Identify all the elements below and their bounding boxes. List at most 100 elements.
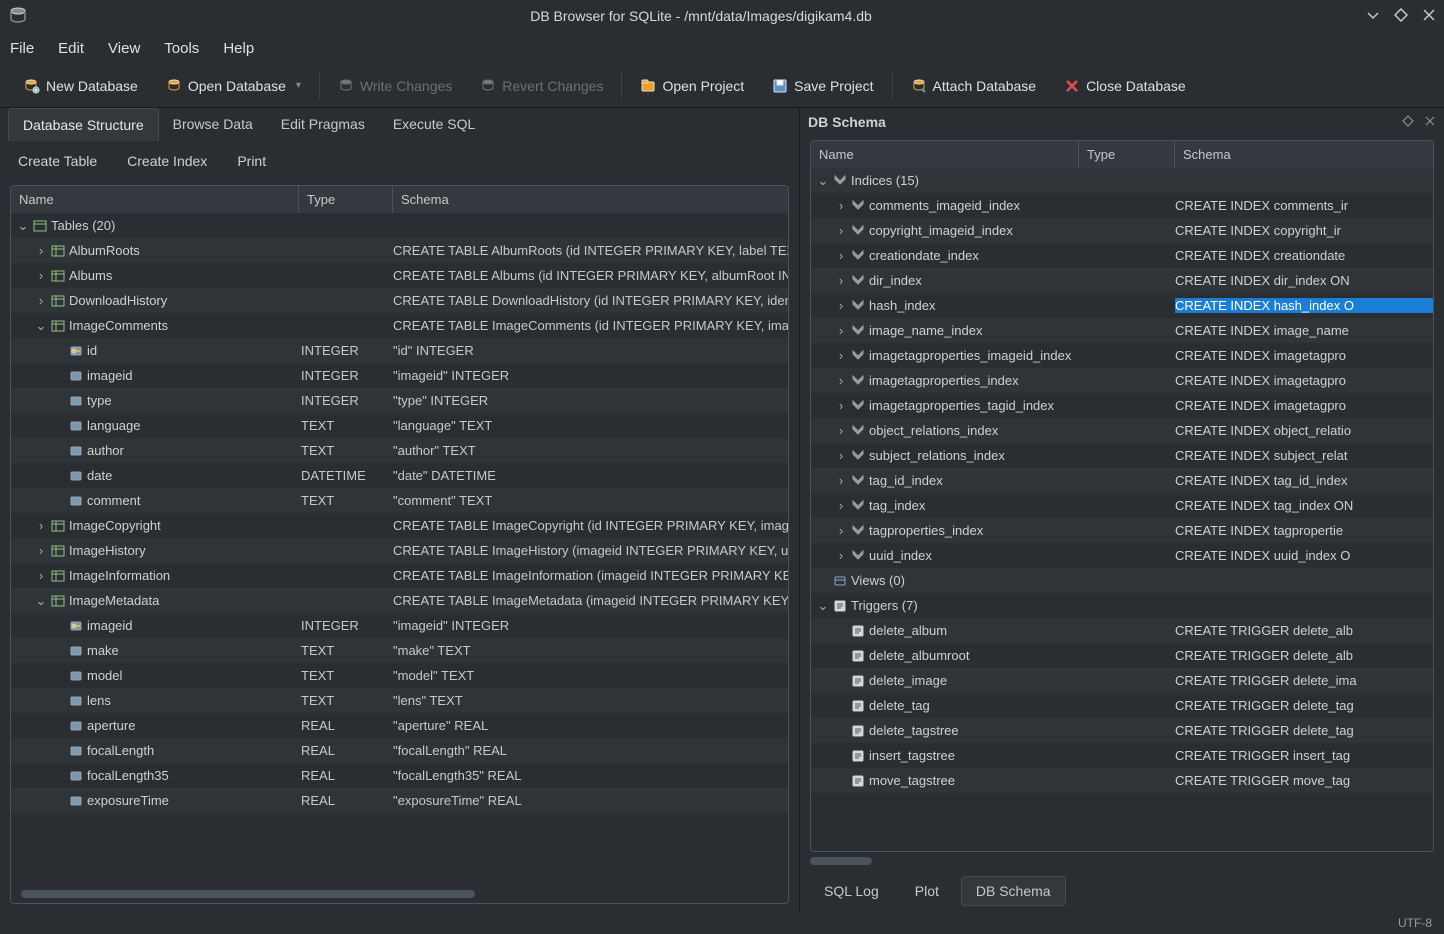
schema-row[interactable]: ›object_relations_indexCREATE INDEX obje…	[811, 418, 1433, 443]
schema-row[interactable]: ›imagetagproperties_indexCREATE INDEX im…	[811, 368, 1433, 393]
tab-database-structure[interactable]: Database Structure	[8, 108, 159, 141]
tree-row[interactable]: dateDATETIME"date" DATETIME	[11, 463, 788, 488]
schema-row[interactable]: ›creationdate_indexCREATE INDEX creation…	[811, 243, 1433, 268]
expander-closed-icon[interactable]: ›	[835, 248, 847, 263]
menu-file[interactable]: File	[10, 40, 34, 57]
expander-closed-icon[interactable]: ›	[835, 448, 847, 463]
schema-row[interactable]: ›tag_indexCREATE INDEX tag_index ON	[811, 493, 1433, 518]
tree-row[interactable]: imageidINTEGER"imageid" INTEGER	[11, 613, 788, 638]
bottom-tab-sql-log[interactable]: SQL Log	[810, 877, 893, 905]
expander-closed-icon[interactable]: ›	[835, 398, 847, 413]
expander-closed-icon[interactable]: ›	[35, 543, 47, 558]
close-icon[interactable]	[1422, 8, 1436, 25]
menu-help[interactable]: Help	[223, 40, 254, 57]
expander-closed-icon[interactable]: ›	[835, 348, 847, 363]
tree-row[interactable]: ›ImageCopyrightCREATE TABLE ImageCopyrig…	[11, 513, 788, 538]
expander-closed-icon[interactable]: ›	[35, 518, 47, 533]
bottom-tab-plot[interactable]: Plot	[901, 877, 953, 905]
toolbar-new-database[interactable]: New Database	[10, 72, 152, 100]
tab-execute-sql[interactable]: Execute SQL	[379, 108, 490, 141]
tree-row[interactable]: idINTEGER"id" INTEGER	[11, 338, 788, 363]
schema-row[interactable]: ›image_name_indexCREATE INDEX image_name	[811, 318, 1433, 343]
tree-row[interactable]: focalLengthREAL"focalLength" REAL	[11, 738, 788, 763]
tree-row[interactable]: ⌄ImageCommentsCREATE TABLE ImageComments…	[11, 313, 788, 338]
schema-row[interactable]: delete_tagstreeCREATE TRIGGER delete_tag	[811, 718, 1433, 743]
expander-open-icon[interactable]: ⌄	[17, 218, 29, 234]
schema-row[interactable]: move_tagstreeCREATE TRIGGER move_tag	[811, 768, 1433, 793]
schema-row[interactable]: delete_tagCREATE TRIGGER delete_tag	[811, 693, 1433, 718]
structure-tree-body[interactable]: ⌄Tables (20)›AlbumRootsCREATE TABLE Albu…	[11, 213, 788, 889]
expander-closed-icon[interactable]: ›	[35, 568, 47, 583]
tree-row[interactable]: ›DownloadHistoryCREATE TABLE DownloadHis…	[11, 288, 788, 313]
header-name[interactable]: Name	[11, 186, 299, 213]
schema-row[interactable]: ⌄Triggers (7)	[811, 593, 1433, 618]
schema-row[interactable]: ›subject_relations_indexCREATE INDEX sub…	[811, 443, 1433, 468]
schema-row[interactable]: ⌄Indices (15)	[811, 168, 1433, 193]
schema-row[interactable]: ›tag_id_indexCREATE INDEX tag_id_index	[811, 468, 1433, 493]
schema-row[interactable]: ›imagetagproperties_imageid_indexCREATE …	[811, 343, 1433, 368]
tree-row[interactable]: languageTEXT"language" TEXT	[11, 413, 788, 438]
expander-closed-icon[interactable]: ›	[35, 268, 47, 283]
toolbar-open-database[interactable]: Open Database▾	[152, 72, 315, 100]
schema-header-schema[interactable]: Schema	[1175, 141, 1433, 168]
expander-closed-icon[interactable]: ›	[835, 323, 847, 338]
expander-closed-icon[interactable]: ›	[35, 293, 47, 308]
expander-open-icon[interactable]: ⌄	[35, 593, 47, 609]
schema-row[interactable]: ›copyright_imageid_indexCREATE INDEX cop…	[811, 218, 1433, 243]
toolbar-open-project[interactable]: Open Project	[626, 72, 758, 100]
tab-edit-pragmas[interactable]: Edit Pragmas	[267, 108, 379, 141]
maximize-icon[interactable]	[1394, 8, 1408, 25]
toolbar-save-project[interactable]: Save Project	[758, 72, 887, 100]
tree-row[interactable]: commentTEXT"comment" TEXT	[11, 488, 788, 513]
subtoolbar-create-index[interactable]: Create Index	[121, 153, 207, 169]
toolbar-attach-database[interactable]: Attach Database	[897, 72, 1051, 100]
expander-closed-icon[interactable]: ›	[835, 498, 847, 513]
schema-row[interactable]: delete_albumrootCREATE TRIGGER delete_al…	[811, 643, 1433, 668]
schema-row[interactable]: ›tagproperties_indexCREATE INDEX tagprop…	[811, 518, 1433, 543]
toolbar-close-database[interactable]: Close Database	[1050, 72, 1200, 100]
tree-row[interactable]: ⌄ImageMetadataCREATE TABLE ImageMetadata…	[11, 588, 788, 613]
schema-row[interactable]: ›dir_indexCREATE INDEX dir_index ON	[811, 268, 1433, 293]
tree-row[interactable]: apertureREAL"aperture" REAL	[11, 713, 788, 738]
schema-header-name[interactable]: Name	[811, 141, 1079, 168]
schema-row[interactable]: delete_albumCREATE TRIGGER delete_alb	[811, 618, 1433, 643]
schema-h-scrollbar[interactable]	[810, 856, 1434, 866]
expander-closed-icon[interactable]: ›	[835, 523, 847, 538]
tree-row[interactable]: ⌄Tables (20)	[11, 213, 788, 238]
bottom-tab-db-schema[interactable]: DB Schema	[961, 876, 1066, 906]
menu-view[interactable]: View	[108, 40, 140, 57]
header-schema[interactable]: Schema	[393, 186, 788, 213]
expander-closed-icon[interactable]: ›	[835, 548, 847, 563]
expander-closed-icon[interactable]: ›	[835, 373, 847, 388]
header-type[interactable]: Type	[299, 186, 393, 213]
menu-tools[interactable]: Tools	[164, 40, 199, 57]
schema-row[interactable]: delete_imageCREATE TRIGGER delete_ima	[811, 668, 1433, 693]
tree-row[interactable]: ›AlbumsCREATE TABLE Albums (id INTEGER P…	[11, 263, 788, 288]
tree-row[interactable]: makeTEXT"make" TEXT	[11, 638, 788, 663]
expander-closed-icon[interactable]: ›	[835, 273, 847, 288]
tree-row[interactable]: ›AlbumRootsCREATE TABLE AlbumRoots (id I…	[11, 238, 788, 263]
tree-row[interactable]: modelTEXT"model" TEXT	[11, 663, 788, 688]
subtoolbar-create-table[interactable]: Create Table	[12, 153, 97, 169]
schema-row[interactable]: Views (0)	[811, 568, 1433, 593]
expander-closed-icon[interactable]: ›	[835, 198, 847, 213]
expander-closed-icon[interactable]: ›	[835, 223, 847, 238]
tree-row[interactable]: ›ImageInformationCREATE TABLE ImageInfor…	[11, 563, 788, 588]
tree-row[interactable]: authorTEXT"author" TEXT	[11, 438, 788, 463]
tree-row[interactable]: typeINTEGER"type" INTEGER	[11, 388, 788, 413]
minimize-icon[interactable]	[1366, 8, 1380, 25]
expander-open-icon[interactable]: ⌄	[35, 318, 47, 334]
expander-closed-icon[interactable]: ›	[835, 473, 847, 488]
dock-float-icon[interactable]	[1392, 114, 1414, 130]
schema-row[interactable]: ›comments_imageid_indexCREATE INDEX comm…	[811, 193, 1433, 218]
schema-row[interactable]: ›imagetagproperties_tagid_indexCREATE IN…	[811, 393, 1433, 418]
schema-header-type[interactable]: Type	[1079, 141, 1175, 168]
expander-closed-icon[interactable]: ›	[35, 243, 47, 258]
expander-closed-icon[interactable]: ›	[835, 423, 847, 438]
schema-row[interactable]: ›uuid_indexCREATE INDEX uuid_index O	[811, 543, 1433, 568]
menu-edit[interactable]: Edit	[58, 40, 84, 57]
schema-row[interactable]: ›hash_indexCREATE INDEX hash_index O	[811, 293, 1433, 318]
subtoolbar-print[interactable]: Print	[231, 153, 266, 169]
schema-tree-body[interactable]: ⌄Indices (15)›comments_imageid_indexCREA…	[811, 168, 1433, 851]
tree-row[interactable]: lensTEXT"lens" TEXT	[11, 688, 788, 713]
